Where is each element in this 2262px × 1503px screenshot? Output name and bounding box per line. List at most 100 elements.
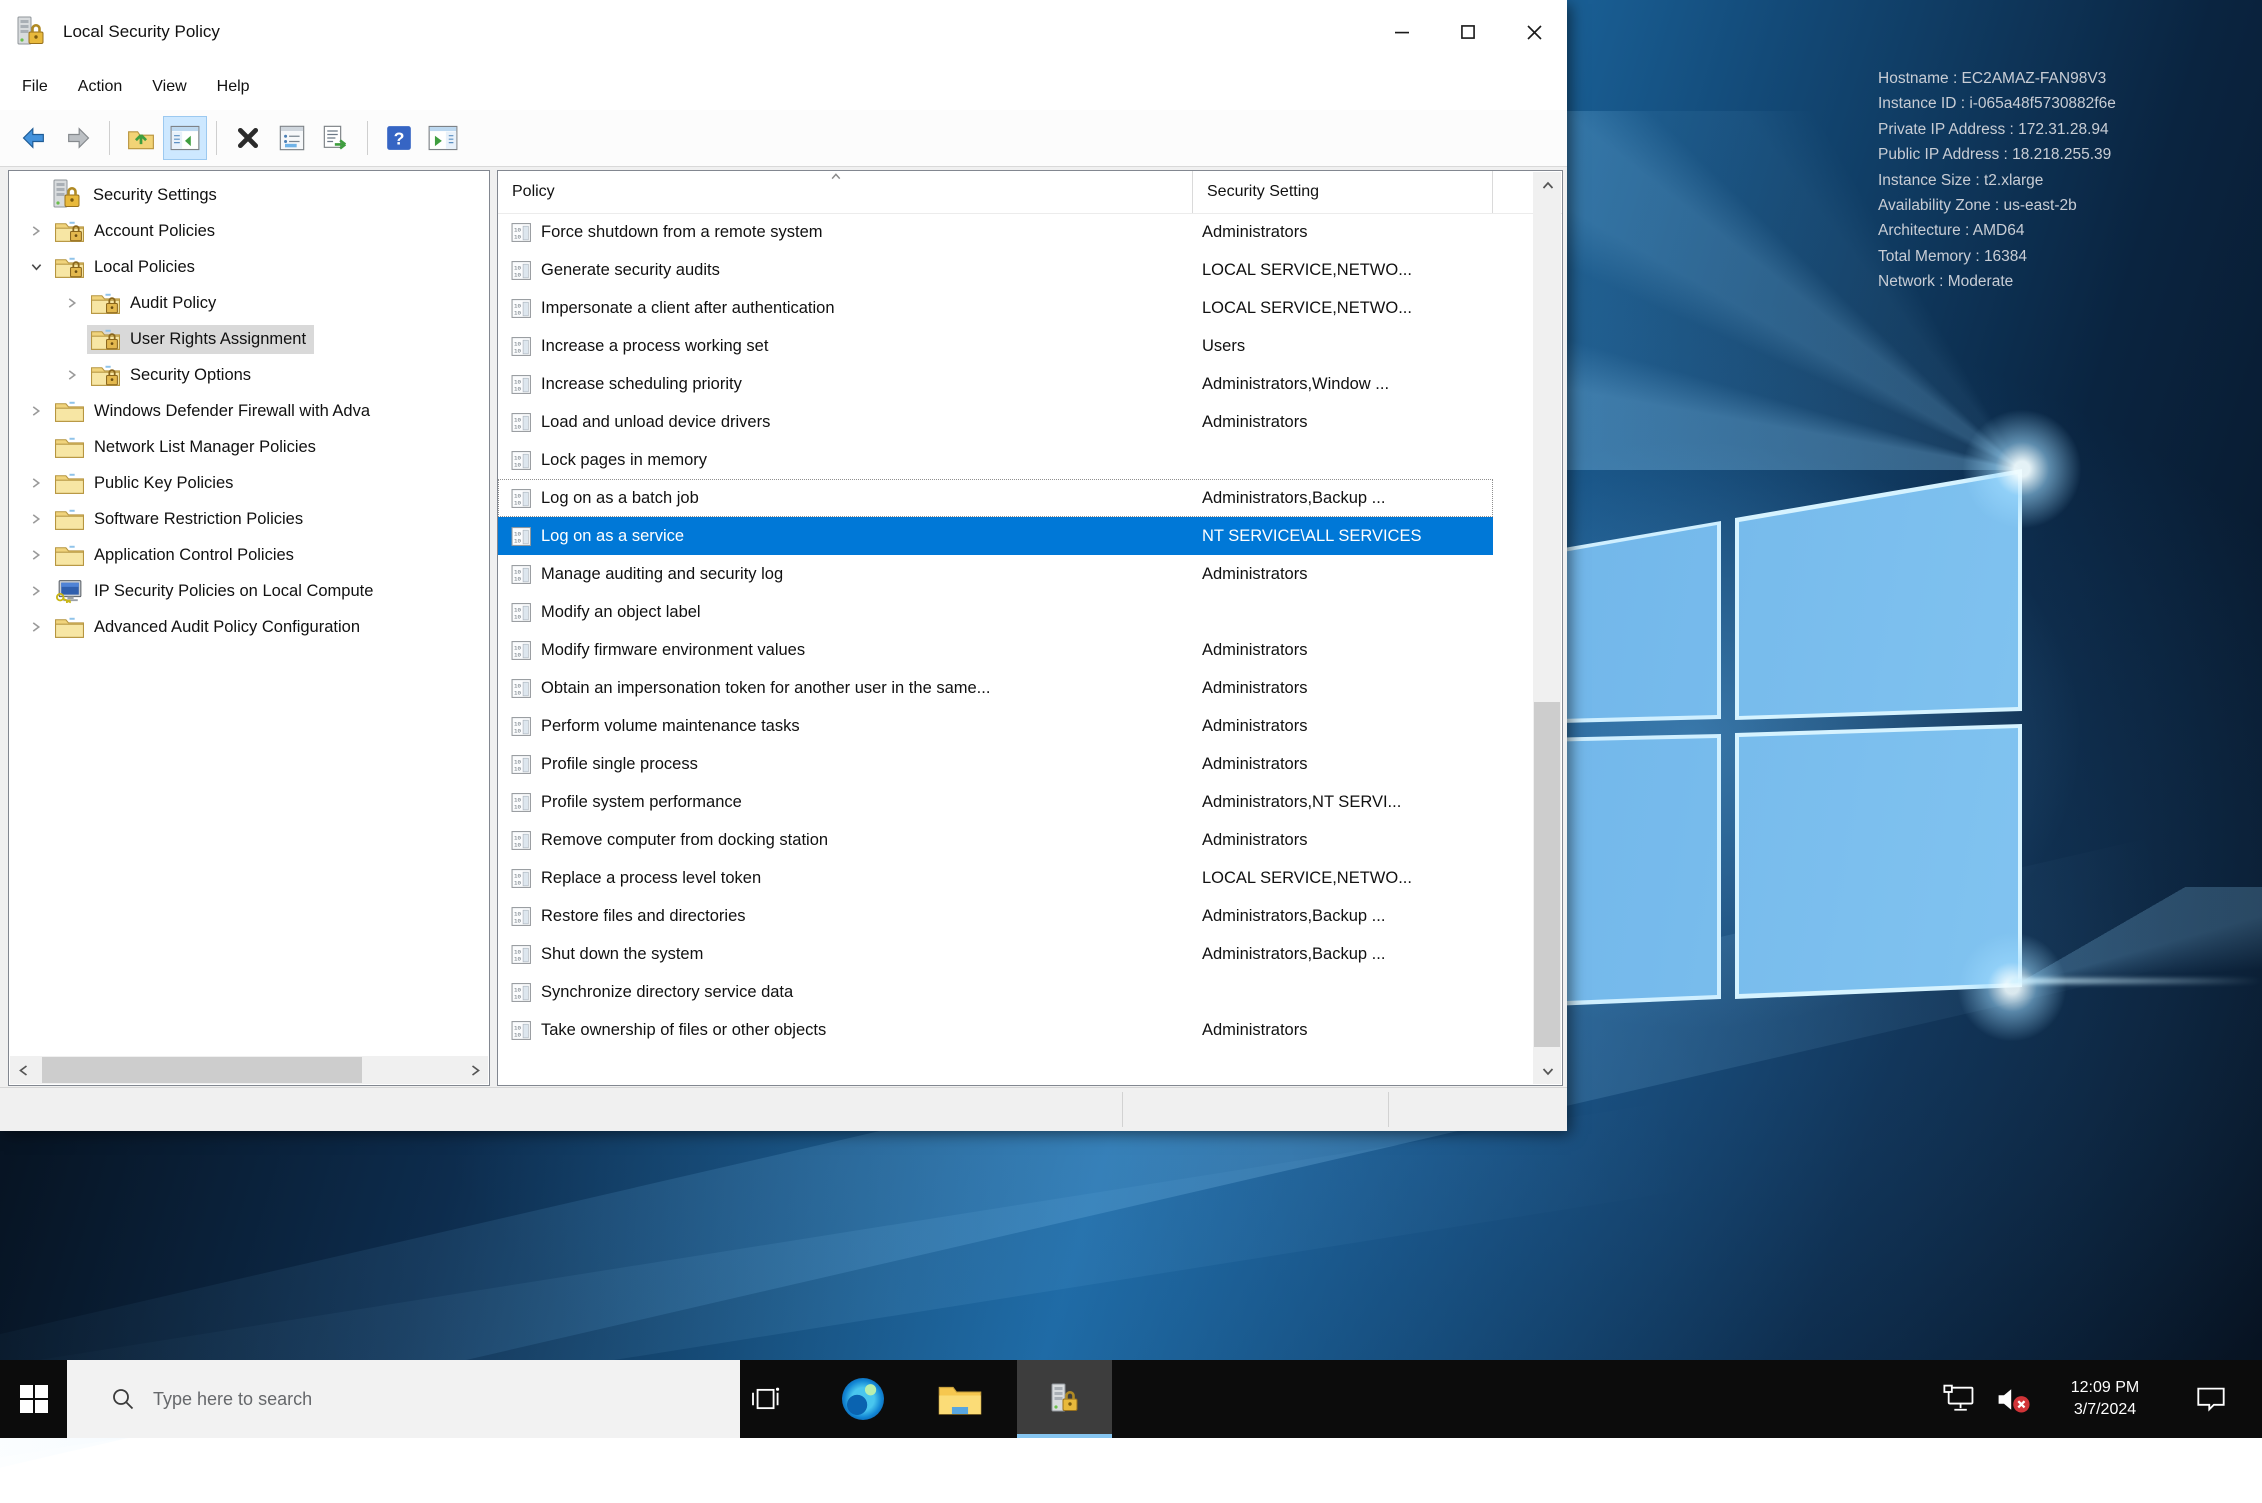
properties-button[interactable]: [270, 116, 314, 160]
show-console-tree-button[interactable]: [163, 116, 207, 160]
chevron-down-icon[interactable]: [21, 261, 51, 273]
maximize-button[interactable]: [1435, 0, 1501, 64]
column-header-policy[interactable]: Policy: [498, 171, 1193, 213]
chevron-right-icon[interactable]: [21, 549, 51, 561]
help-button[interactable]: ?: [377, 116, 421, 160]
menu-view[interactable]: View: [137, 78, 201, 96]
policy-row[interactable]: 1010Profile single processAdministrators: [498, 745, 1493, 783]
local-security-policy-window: Local Security Policy File Action View H…: [0, 0, 1567, 1130]
action-center-button[interactable]: [2180, 1360, 2242, 1438]
tree-item-windows-defender-firewall-with-adva[interactable]: Windows Defender Firewall with Adva: [9, 393, 489, 429]
back-button[interactable]: [12, 116, 56, 160]
chevron-right-icon[interactable]: [57, 369, 87, 381]
close-button[interactable]: [1501, 0, 1567, 64]
policy-doc-icon: 1010: [511, 1020, 532, 1041]
policy-row[interactable]: 1010Restore files and directoriesAdminis…: [498, 897, 1493, 935]
secpol-app-icon: [1048, 1383, 1082, 1415]
toolbar: ?: [0, 110, 1567, 167]
security-setting-cell: Administrators: [1193, 755, 1493, 774]
chevron-right-icon[interactable]: [21, 405, 51, 417]
policy-doc-icon: 1010: [511, 526, 532, 547]
tree-item-local-policies[interactable]: Local Policies: [9, 249, 489, 285]
menu-help[interactable]: Help: [202, 78, 265, 96]
show-action-pane-button[interactable]: [421, 116, 465, 160]
menu-file[interactable]: File: [22, 78, 63, 96]
tree-item-network-list-manager-policies[interactable]: Network List Manager Policies: [9, 429, 489, 465]
up-one-level-button[interactable]: [119, 116, 163, 160]
policy-row[interactable]: 1010Obtain an impersonation token for an…: [498, 669, 1493, 707]
tree-item-box: Advanced Audit Policy Configuration: [51, 613, 368, 642]
policy-row[interactable]: 1010Remove computer from docking station…: [498, 821, 1493, 859]
tree-item-account-policies[interactable]: Account Policies: [9, 213, 489, 249]
policy-row[interactable]: 1010Replace a process level tokenLOCAL S…: [498, 859, 1493, 897]
policy-row[interactable]: 1010Profile system performanceAdministra…: [498, 783, 1493, 821]
export-list-button[interactable]: [314, 116, 358, 160]
scroll-down-arrow[interactable]: [1533, 1058, 1561, 1084]
policy-row[interactable]: 1010Synchronize directory service data: [498, 973, 1493, 1011]
menu-action[interactable]: Action: [63, 78, 137, 96]
tree-item-ip-security-policies-on-local-compute[interactable]: IP Security Policies on Local Compute: [9, 573, 489, 609]
start-button[interactable]: [0, 1360, 67, 1438]
policy-row[interactable]: 1010Take ownership of files or other obj…: [498, 1011, 1493, 1049]
scrollbar-thumb[interactable]: [1534, 702, 1560, 1047]
policy-row[interactable]: 1010Modify an object label: [498, 593, 1493, 631]
policy-row[interactable]: 1010Increase a process working setUsers: [498, 327, 1493, 365]
tree-item-application-control-policies[interactable]: Application Control Policies: [9, 537, 489, 573]
chevron-right-icon[interactable]: [57, 297, 87, 309]
chevron-right-icon[interactable]: [21, 585, 51, 597]
tree-item-software-restriction-policies[interactable]: Software Restriction Policies: [9, 501, 489, 537]
tree-horizontal-scrollbar[interactable]: [10, 1056, 488, 1084]
menu-bar: File Action View Help: [0, 64, 1567, 110]
console-tree-pane: Security Settings Account Policies Local P…: [8, 170, 490, 1086]
tree-item-advanced-audit-policy-configuration[interactable]: Advanced Audit Policy Configuration: [9, 609, 489, 645]
svg-text:10: 10: [514, 955, 522, 962]
tree-item-label: Local Policies: [94, 258, 195, 277]
tree-item-label: Advanced Audit Policy Configuration: [94, 618, 360, 637]
chevron-right-icon[interactable]: [21, 513, 51, 525]
policy-row[interactable]: 1010Log on as a serviceNT SERVICE\ALL SE…: [498, 517, 1493, 555]
policy-row[interactable]: 1010Force shutdown from a remote systemA…: [498, 213, 1493, 251]
tree-item-user-rights-assignment[interactable]: User Rights Assignment: [9, 321, 489, 357]
forward-button[interactable]: [56, 116, 100, 160]
security-setting-cell: LOCAL SERVICE,NETWO...: [1193, 869, 1493, 888]
policy-row[interactable]: 1010Perform volume maintenance tasksAdmi…: [498, 707, 1493, 745]
policy-row[interactable]: 1010Lock pages in memory: [498, 441, 1493, 479]
column-header-security-setting[interactable]: Security Setting: [1193, 171, 1493, 213]
local-security-policy-taskbar-button[interactable]: [1017, 1360, 1112, 1438]
policy-row[interactable]: 1010Load and unload device driversAdmini…: [498, 403, 1493, 441]
policy-row[interactable]: 1010Modify firmware environment valuesAd…: [498, 631, 1493, 669]
minimize-button[interactable]: [1369, 0, 1435, 64]
tree-item-security-settings[interactable]: Security Settings: [9, 177, 489, 213]
taskbar-clock[interactable]: 12:09 PM 3/7/2024: [2045, 1360, 2165, 1438]
svg-text:10: 10: [514, 575, 522, 582]
scroll-right-arrow[interactable]: [462, 1064, 488, 1077]
policy-row[interactable]: 1010Shut down the systemAdministrators,B…: [498, 935, 1493, 973]
network-tray-icon[interactable]: [1935, 1360, 1985, 1438]
delete-button[interactable]: [226, 116, 270, 160]
tree-item-security-options[interactable]: Security Options: [9, 357, 489, 393]
tree-item-public-key-policies[interactable]: Public Key Policies: [9, 465, 489, 501]
scroll-left-arrow[interactable]: [10, 1064, 36, 1077]
policy-row[interactable]: 1010Increase scheduling priorityAdminist…: [498, 365, 1493, 403]
list-vertical-scrollbar[interactable]: [1533, 172, 1561, 1084]
tree-item-audit-policy[interactable]: Audit Policy: [9, 285, 489, 321]
tree-item-label: Account Policies: [94, 222, 215, 241]
task-view-button[interactable]: [733, 1360, 797, 1438]
policy-row[interactable]: 1010Manage auditing and security logAdmi…: [498, 555, 1493, 593]
file-explorer-button[interactable]: [928, 1360, 992, 1438]
search-input[interactable]: [151, 1388, 675, 1411]
volume-muted-tray-icon[interactable]: [1985, 1360, 2040, 1438]
policy-row[interactable]: 1010Impersonate a client after authentic…: [498, 289, 1493, 327]
scroll-up-arrow[interactable]: [1533, 172, 1561, 198]
tree-item-box: IP Security Policies on Local Compute: [51, 577, 381, 606]
scrollbar-thumb[interactable]: [42, 1057, 362, 1083]
policy-row[interactable]: 1010Log on as a batch jobAdministrators,…: [498, 479, 1493, 517]
policy-row[interactable]: 1010Generate security auditsLOCAL SERVIC…: [498, 251, 1493, 289]
edge-browser-button[interactable]: [831, 1360, 895, 1438]
policy-name: Impersonate a client after authenticatio…: [541, 299, 835, 318]
chevron-right-icon[interactable]: [21, 621, 51, 633]
taskbar-search[interactable]: [67, 1360, 740, 1438]
chevron-right-icon[interactable]: [21, 225, 51, 237]
tree-item-box: User Rights Assignment: [87, 325, 314, 354]
chevron-right-icon[interactable]: [21, 477, 51, 489]
